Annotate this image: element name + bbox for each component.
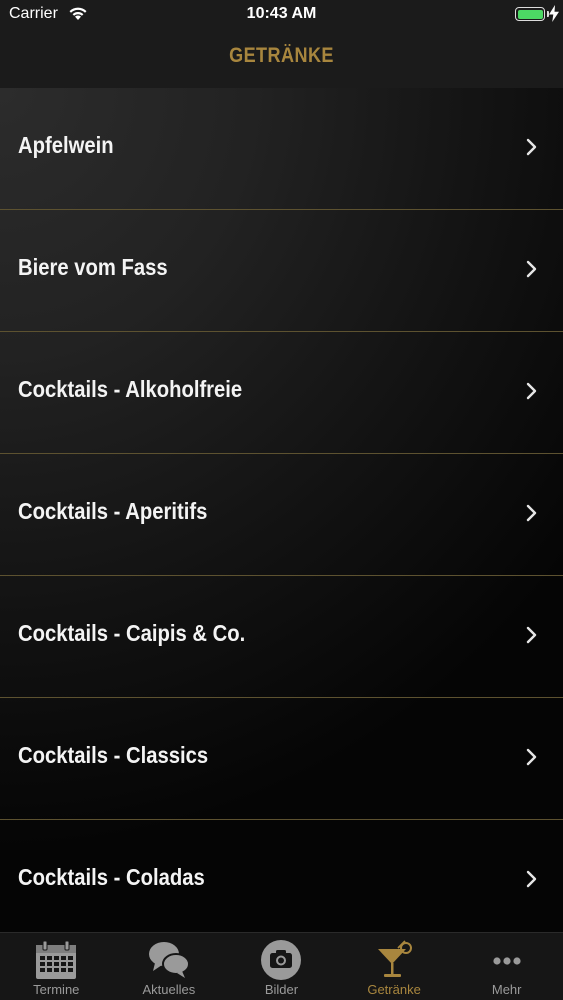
list-item-label: Cocktails - Coladas: [18, 864, 205, 890]
more-dots-icon: [493, 957, 521, 965]
list-item-label: Biere vom Fass: [18, 254, 168, 280]
list-item-label: Cocktails - Aperitifs: [18, 498, 208, 524]
status-time: 10:43 AM: [246, 5, 317, 22]
tab-bar: Termine Aktuelles Bilder Getränke Mehr: [0, 932, 563, 1000]
drinks-category-list: Apfelwein Biere vom Fass Cocktails - Alk…: [0, 88, 563, 933]
chevron-right-icon: [526, 138, 537, 156]
tab-aktuelles[interactable]: Aktuelles: [113, 933, 226, 1000]
battery-icon: [515, 7, 545, 21]
list-item-cocktails-alkoholfreie[interactable]: Cocktails - Alkoholfreie: [0, 332, 563, 454]
list-item-apfelwein[interactable]: Apfelwein: [0, 88, 563, 210]
tab-label: Getränke: [367, 982, 421, 997]
list-item-label: Cocktails - Alkoholfreie: [18, 376, 243, 402]
charging-bolt-icon: [549, 5, 559, 22]
list-item-label: Apfelwein: [18, 132, 114, 158]
battery-fill: [517, 9, 543, 19]
chevron-right-icon: [526, 870, 537, 888]
tab-label: Mehr: [491, 982, 522, 997]
list-item-biere-vom-fass[interactable]: Biere vom Fass: [0, 210, 563, 332]
tab-label: Termine: [33, 982, 80, 997]
tab-getraenke[interactable]: Getränke: [338, 933, 451, 1000]
status-bar: Carrier 10:43 AM: [0, 0, 563, 30]
list-item-cocktails-classics[interactable]: Cocktails - Classics: [0, 698, 563, 820]
chevron-right-icon: [526, 748, 537, 766]
navigation-bar: GETRÄNKE: [0, 30, 563, 88]
chevron-right-icon: [526, 504, 537, 522]
tab-mehr[interactable]: Mehr: [450, 933, 563, 1000]
list-item-cocktails-coladas[interactable]: Cocktails - Coladas: [0, 820, 563, 933]
calendar-icon: [36, 940, 77, 979]
list-item-cocktails-caipis[interactable]: Cocktails - Caipis & Co.: [0, 576, 563, 698]
list-item-cocktails-aperitifs[interactable]: Cocktails - Aperitifs: [0, 454, 563, 576]
chat-bubbles-icon: [148, 942, 190, 978]
list-item-label: Cocktails - Classics: [18, 742, 209, 768]
chevron-right-icon: [526, 626, 537, 644]
tab-termine[interactable]: Termine: [0, 933, 113, 1000]
camera-icon: [261, 940, 302, 980]
app-screen: Carrier 10:43 AM GETRÄNKE Apfelwein Bier…: [0, 0, 563, 1000]
tab-label: Aktuelles: [142, 982, 196, 997]
tab-label: Bilder: [264, 982, 299, 997]
cocktail-glass-icon: [378, 940, 413, 977]
chevron-right-icon: [526, 260, 537, 278]
page-title: GETRÄNKE: [229, 44, 334, 67]
chevron-right-icon: [526, 382, 537, 400]
list-item-label: Cocktails - Caipis & Co.: [18, 620, 246, 646]
tab-bilder[interactable]: Bilder: [225, 933, 338, 1000]
